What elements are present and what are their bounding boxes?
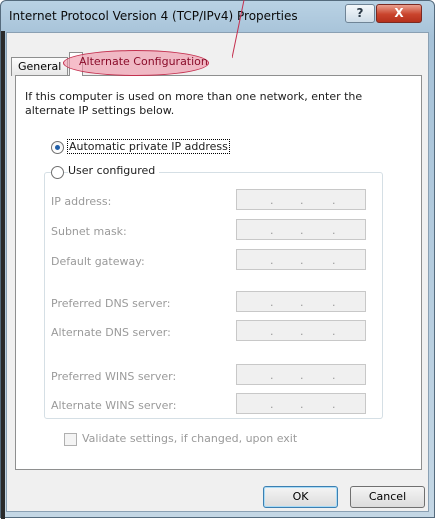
tab-alternate-configuration-label: Alternate Configuration [79, 55, 208, 68]
window-title: Internet Protocol Version 4 (TCP/IPv4) P… [9, 9, 298, 23]
intro-text: If this computer is used on more than on… [25, 90, 363, 117]
preferred-wins-label: Preferred WINS server: [51, 370, 177, 383]
radio-automatic-private-ip[interactable] [51, 141, 64, 154]
subnet-mask-label: Subnet mask: [51, 225, 127, 238]
ip-address-label: IP address: [51, 195, 112, 208]
validate-settings-label: Validate settings, if changed, upon exit [82, 432, 298, 445]
alternate-dns-label: Alternate DNS server: [51, 326, 171, 339]
close-button[interactable]: X [376, 4, 422, 23]
radio-user-configured-label[interactable]: User configured [68, 164, 160, 177]
ok-button[interactable]: OK [263, 486, 338, 508]
ip-address-input[interactable]: ... [236, 189, 366, 210]
radio-user-configured[interactable] [51, 166, 64, 179]
default-gateway-input[interactable]: ... [236, 249, 366, 270]
radio-automatic-label[interactable]: Automatic private IP address [67, 139, 230, 154]
preferred-dns-label: Preferred DNS server: [51, 297, 171, 310]
validate-settings-checkbox[interactable] [64, 433, 77, 446]
alternate-wins-input[interactable]: ... [236, 393, 366, 414]
default-gateway-label: Default gateway: [51, 255, 145, 268]
alternate-dns-input[interactable]: ... [236, 320, 366, 341]
help-button[interactable]: ? [345, 4, 375, 23]
annotation-arrow-line [232, 0, 245, 59]
preferred-wins-input[interactable]: ... [236, 364, 366, 385]
alternate-wins-label: Alternate WINS server: [51, 399, 177, 412]
preferred-dns-input[interactable]: ... [236, 291, 366, 312]
title-bar[interactable]: Internet Protocol Version 4 (TCP/IPv4) P… [1, 1, 435, 33]
cancel-button[interactable]: Cancel [350, 486, 425, 508]
subnet-mask-input[interactable]: ... [236, 219, 366, 240]
tab-general[interactable]: General [11, 57, 69, 76]
background-window-edge [1, 31, 5, 519]
